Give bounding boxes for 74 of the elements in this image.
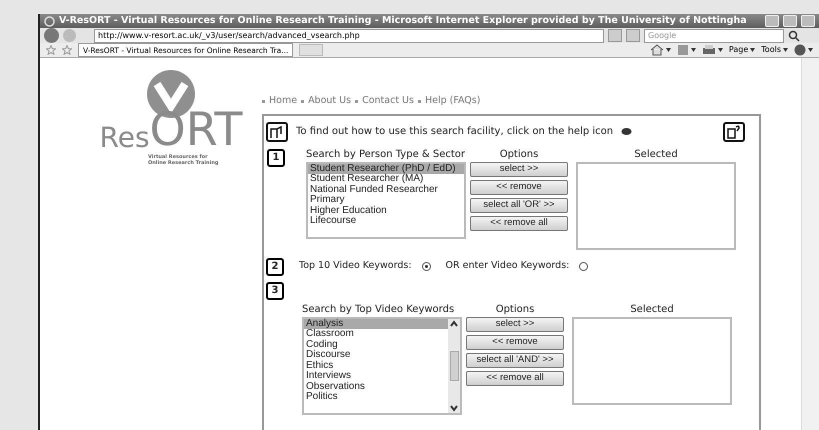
list-option[interactable]: Politics (304, 392, 448, 402)
list-option[interactable]: Primary (308, 195, 464, 206)
back-button[interactable] (44, 28, 59, 44)
star-icon[interactable] (62, 45, 72, 56)
bullet-icon (262, 100, 265, 103)
bullet-icon (418, 100, 421, 103)
radio-label: OR enter Video Keywords: (446, 259, 570, 274)
scroll-thumb[interactable] (450, 350, 458, 380)
caret-icon[interactable] (666, 48, 671, 52)
logo-text: Res (100, 124, 150, 152)
tools-menu[interactable]: Tools (761, 44, 781, 56)
list-option[interactable]: Observations (304, 382, 448, 392)
step-number: 3 (266, 282, 284, 300)
list-option[interactable]: Interviews (304, 371, 448, 382)
printer-icon[interactable] (702, 44, 716, 56)
list-option[interactable]: Coding (304, 340, 448, 350)
caret-icon[interactable] (783, 48, 788, 52)
option-button[interactable]: << remove (470, 180, 568, 194)
option-button[interactable]: << remove all (466, 370, 564, 386)
close-icon[interactable] (801, 15, 815, 28)
list-option[interactable]: Student Researcher (MA) (308, 174, 464, 184)
option-button[interactable]: select all 'AND' >> (466, 352, 564, 368)
scroll-up-icon[interactable] (449, 318, 459, 328)
list-option[interactable]: Classroom (304, 329, 448, 340)
caret-icon[interactable] (808, 48, 813, 52)
minimize-icon[interactable] (765, 15, 779, 28)
radio-button[interactable] (422, 262, 431, 271)
list-option[interactable]: Discourse (304, 350, 448, 360)
option-button[interactable]: select >> (466, 316, 564, 332)
bullet-icon (355, 100, 358, 103)
address-field[interactable]: http://www.v-resort.ac.uk/_v3/user/search/advanced_vsearch.php (94, 28, 604, 43)
nav-link[interactable]: Home (269, 94, 298, 108)
option-button[interactable]: << remove (466, 334, 564, 350)
home-icon[interactable] (650, 44, 664, 56)
list-option[interactable]: National Funded Researcher (308, 184, 464, 195)
step-number: 2 (266, 258, 284, 276)
page-scrollbar[interactable] (801, 58, 819, 430)
step-number: 1 (267, 148, 285, 166)
list-option[interactable]: Lifecourse (308, 216, 464, 226)
option-button[interactable]: << remove all (470, 216, 568, 230)
selected-label: Selected (630, 302, 674, 316)
scroll-down-icon[interactable] (449, 402, 459, 412)
caret-icon[interactable] (690, 48, 696, 52)
list-label: Search by Top Video Keywords (302, 302, 456, 316)
list-box[interactable]: Student Researcher (PhD / EdD) Student Researcher (MA) National Funded Researcher Primary Higher Education Lifecourse (306, 162, 466, 238)
list-option[interactable]: Student Researcher (PhD / EdD) (308, 164, 464, 174)
maximize-icon[interactable] (783, 15, 797, 28)
page-menu[interactable]: Page (728, 44, 748, 56)
search-icon[interactable] (788, 30, 800, 42)
scrollbar[interactable] (448, 318, 460, 412)
caret-icon[interactable] (750, 48, 756, 52)
nav-link[interactable]: Contact Us (362, 94, 414, 108)
list-box[interactable]: Analysis Classroom Coding Discourse Ethics Interviews Observations Politics (302, 316, 462, 414)
list-label: Search by Person Type & Sector (306, 148, 466, 162)
caret-icon[interactable] (718, 48, 723, 52)
list-option[interactable]: Ethics (304, 360, 448, 371)
star-icon[interactable] (46, 45, 56, 56)
window-title: V-ResORT - Virtual Resources for Online Research Training - Microsoft Internet Explorer provided by The University of Nottingha (59, 14, 748, 28)
radio-button[interactable] (579, 262, 588, 271)
radio-label: Top 10 Video Keywords: (299, 259, 412, 274)
option-button[interactable]: select all 'OR' >> (470, 198, 568, 212)
bullet-icon (301, 100, 304, 103)
selected-label: Selected (634, 148, 678, 162)
options-label: Options (496, 302, 534, 316)
option-button[interactable]: select >> (470, 162, 568, 176)
options-label: Options (500, 148, 538, 162)
list-option[interactable]: Analysis (304, 318, 448, 329)
list-option[interactable]: Higher Education (308, 206, 464, 216)
nav-link[interactable]: About Us (308, 94, 352, 108)
help-book-icon[interactable] (266, 122, 288, 142)
search-field[interactable]: Google (644, 28, 784, 43)
nav-link[interactable]: Help (FAQs) (424, 94, 480, 108)
help-instructions: To find out how to use this search facility, click on the help icon (296, 125, 614, 139)
disc-icon[interactable] (621, 127, 632, 136)
